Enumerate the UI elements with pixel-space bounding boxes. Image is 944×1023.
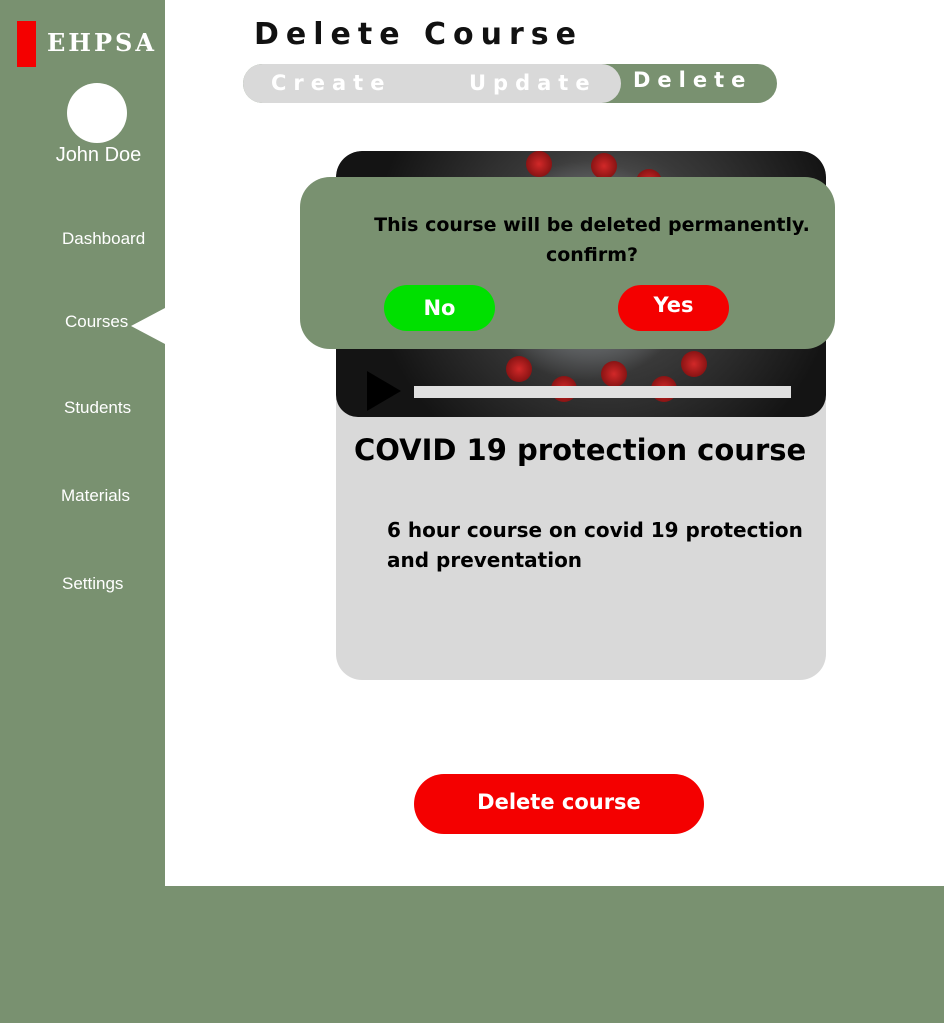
sidebar: EHPSA John Doe Dashboard Courses Student… — [0, 0, 165, 886]
thumbnail-detail — [591, 153, 617, 179]
delete-course-button[interactable]: Delete course — [414, 774, 704, 834]
course-title: COVID 19 protection course — [354, 433, 807, 467]
sidebar-item-students[interactable]: Students — [64, 398, 131, 418]
yes-button[interactable]: Yes — [618, 285, 729, 331]
logo-mark — [17, 21, 36, 67]
dialog-message: This course will be deleted permanently.… — [374, 214, 810, 266]
active-nav-indicator — [131, 308, 165, 344]
no-button[interactable]: No — [384, 285, 495, 331]
play-icon[interactable] — [367, 371, 401, 411]
sidebar-item-courses[interactable]: Courses — [65, 312, 128, 332]
app-logo: EHPSA — [47, 28, 157, 57]
thumbnail-detail — [526, 151, 552, 177]
thumbnail-detail — [681, 351, 707, 377]
tab-delete[interactable]: Delete — [633, 68, 752, 92]
tab-bar: Create Update Delete — [243, 64, 777, 103]
thumbnail-detail — [601, 361, 627, 387]
tab-create[interactable]: Create — [271, 71, 391, 95]
main-content: Delete Course Create Update Delete COVID… — [165, 0, 944, 886]
page-title: Delete Course — [254, 17, 583, 52]
avatar[interactable] — [67, 83, 127, 143]
tab-update[interactable]: Update — [469, 71, 597, 95]
course-description: 6 hour course on covid 19 protection and… — [387, 518, 803, 572]
sidebar-item-materials[interactable]: Materials — [61, 486, 130, 506]
sidebar-item-dashboard[interactable]: Dashboard — [62, 229, 145, 249]
sidebar-item-settings[interactable]: Settings — [62, 574, 123, 594]
video-progress-bar[interactable] — [414, 386, 791, 398]
confirm-delete-dialog: This course will be deleted permanently.… — [300, 177, 835, 349]
thumbnail-detail — [506, 356, 532, 382]
